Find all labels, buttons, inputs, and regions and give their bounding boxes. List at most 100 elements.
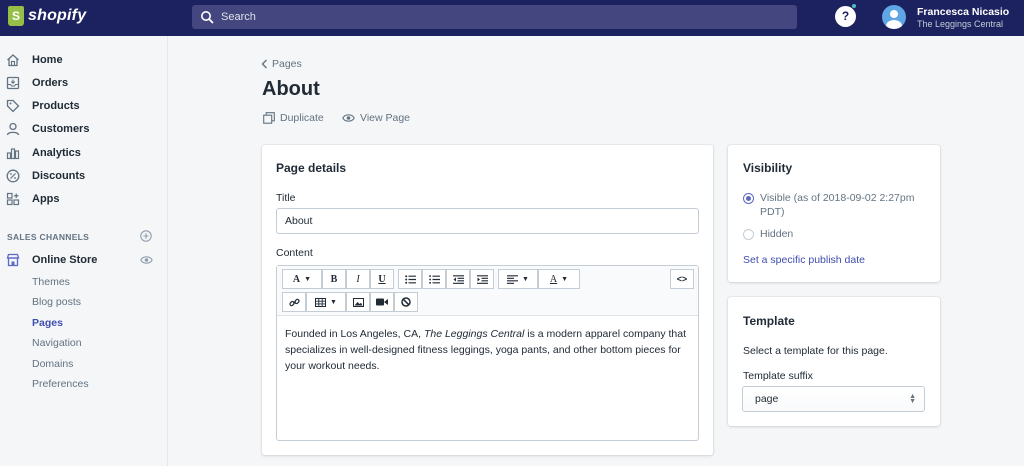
sidebar-item-analytics[interactable]: Analytics — [0, 142, 168, 164]
hidden-radio[interactable] — [743, 229, 754, 240]
duplicate-label: Duplicate — [280, 112, 324, 124]
duplicate-button[interactable]: Duplicate — [263, 112, 324, 124]
avatar[interactable] — [882, 5, 906, 29]
editor-toolbar: A ▼ B I U ▼ A ▼ <> ▼ — [277, 266, 698, 316]
visibility-heading: Visibility — [743, 161, 793, 175]
template-description: Select a template for this page. — [743, 345, 888, 357]
title-label: Title — [276, 192, 296, 204]
sidebar-item-label: Discounts — [32, 170, 86, 182]
insert-link-button[interactable] — [282, 292, 306, 312]
font-icon: A — [292, 273, 301, 285]
sidebar-subitem-themes[interactable]: Themes — [32, 276, 70, 288]
help-button[interactable]: ? — [835, 6, 856, 27]
visible-radio[interactable] — [743, 193, 754, 204]
view-page-label: View Page — [360, 112, 411, 124]
bold-button[interactable]: B — [322, 269, 346, 289]
set-publish-date-link[interactable]: Set a specific publish date — [743, 254, 865, 266]
eye-icon — [342, 114, 355, 122]
view-page-button[interactable]: View Page — [342, 112, 410, 124]
rich-text-editor: A ▼ B I U ▼ A ▼ <> ▼ Founded in Los Ange… — [276, 265, 699, 441]
sidebar-subitem-navigation[interactable]: Navigation — [32, 337, 82, 349]
sidebar-item-label: Analytics — [32, 147, 81, 159]
search-placeholder: Search — [221, 11, 256, 23]
italic-button[interactable]: I — [346, 269, 370, 289]
sidebar-subitem-domains[interactable]: Domains — [32, 358, 73, 370]
numbered-list-button[interactable] — [422, 269, 446, 289]
visible-radio-label[interactable]: Visible (as of 2018-09-02 2:27pm PDT) — [760, 191, 930, 219]
bullet-list-icon — [404, 274, 416, 284]
apps-icon — [6, 192, 20, 206]
template-suffix-value: page — [755, 393, 779, 405]
sidebar-item-apps[interactable]: Apps — [0, 188, 168, 210]
insert-video-button[interactable] — [370, 292, 394, 312]
sidebar-item-customers[interactable]: Customers — [0, 118, 168, 140]
insert-image-button[interactable] — [346, 292, 370, 312]
template-suffix-select[interactable]: page ▲ ▼ — [742, 386, 925, 412]
page-title: About — [262, 78, 320, 100]
indent-icon — [476, 274, 488, 284]
sidebar-item-label: Customers — [32, 123, 90, 135]
outdent-button[interactable] — [446, 269, 470, 289]
shopify-logo[interactable]: shopify — [8, 6, 86, 26]
sidebar-item-label: Home — [32, 54, 63, 66]
duplicate-icon — [263, 112, 275, 124]
align-button[interactable]: ▼ — [498, 269, 538, 289]
notification-dot — [851, 3, 857, 9]
image-icon — [352, 297, 364, 307]
caret-down-icon: ▼ — [522, 275, 529, 283]
caret-down-icon: ▼ — [330, 298, 337, 306]
select-arrows-icon: ▲ ▼ — [909, 393, 916, 405]
content-label: Content — [276, 247, 313, 259]
insert-table-button[interactable]: ▼ — [306, 292, 346, 312]
clear-formatting-button[interactable] — [394, 292, 418, 312]
sidebar-item-label: Apps — [32, 193, 60, 205]
html-view-button[interactable]: <> — [670, 269, 694, 289]
hidden-radio-label[interactable]: Hidden — [760, 227, 793, 241]
sidebar-item-products[interactable]: Products — [0, 95, 168, 117]
breadcrumb[interactable]: Pages — [261, 58, 302, 70]
template-heading: Template — [743, 314, 795, 328]
sidebar: Home Orders Products Customers Analytics… — [0, 36, 168, 466]
tag-icon — [6, 99, 20, 113]
bar-chart-icon — [6, 148, 20, 160]
link-icon — [288, 298, 300, 306]
sidebar-item-home[interactable]: Home — [0, 49, 168, 71]
font-style-button[interactable]: A ▼ — [282, 269, 322, 289]
shopping-bag-icon — [8, 6, 24, 26]
title-input[interactable]: About — [276, 208, 699, 234]
sidebar-item-discounts[interactable]: Discounts — [0, 165, 168, 187]
sales-channels-heading: SALES CHANNELS — [7, 232, 90, 242]
top-bar: shopify Search ? Francesca Nicasio The L… — [0, 0, 1024, 36]
home-icon — [7, 54, 19, 67]
sidebar-item-orders[interactable]: Orders — [0, 72, 168, 94]
user-name[interactable]: Francesca Nicasio — [917, 6, 1009, 18]
outdent-icon — [452, 274, 464, 284]
sidebar-subitem-preferences[interactable]: Preferences — [32, 378, 89, 390]
video-icon — [376, 298, 388, 306]
sidebar-subitem-pages[interactable]: Pages — [32, 317, 63, 329]
indent-button[interactable] — [470, 269, 494, 289]
orders-icon — [6, 76, 20, 90]
add-channel-icon[interactable] — [140, 230, 152, 242]
table-icon — [315, 297, 327, 307]
breadcrumb-label: Pages — [272, 58, 302, 70]
search-bar[interactable]: Search — [192, 5, 797, 29]
numbered-list-icon — [428, 274, 440, 284]
editor-content[interactable]: Founded in Los Angeles, CA, The Leggings… — [285, 326, 690, 374]
percent-icon — [6, 169, 20, 183]
caret-down-icon: ▼ — [561, 275, 569, 283]
search-icon — [201, 11, 214, 24]
user-store-name[interactable]: The Leggings Central — [917, 19, 1003, 29]
align-left-icon — [507, 274, 519, 284]
store-icon — [6, 253, 20, 267]
text-color-button[interactable]: A ▼ — [538, 269, 580, 289]
content-text: Founded in Los Angeles, CA, — [285, 328, 424, 340]
sidebar-item-label: Orders — [32, 77, 69, 89]
page-details-heading: Page details — [276, 161, 347, 175]
chevron-left-icon — [261, 59, 267, 69]
sidebar-subitem-blog-posts[interactable]: Blog posts — [32, 296, 81, 308]
bullet-list-button[interactable] — [398, 269, 422, 289]
eye-icon[interactable] — [140, 255, 153, 265]
content-italic-text: The Leggings Central — [423, 328, 525, 340]
underline-button[interactable]: U — [370, 269, 394, 289]
